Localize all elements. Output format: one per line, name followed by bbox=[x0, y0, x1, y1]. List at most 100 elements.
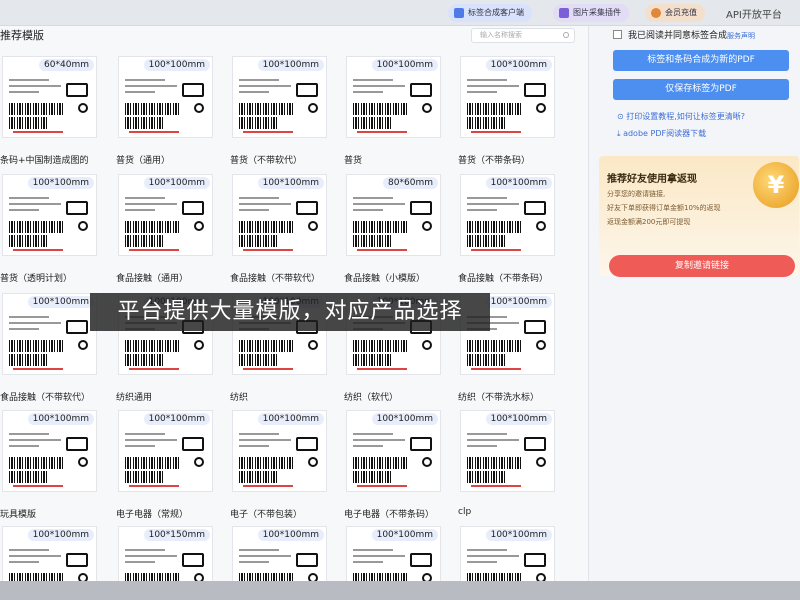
member-recharge-button[interactable]: 会员充值 bbox=[645, 4, 705, 22]
template-caption[interactable]: 玩具模版 bbox=[0, 507, 36, 520]
label-text-line bbox=[239, 197, 279, 199]
template-caption[interactable]: 电子（不带包装） bbox=[230, 507, 302, 520]
barcode-icon bbox=[9, 471, 49, 483]
template-card[interactable]: 100*100mm bbox=[2, 174, 97, 256]
barcode-icon bbox=[9, 103, 65, 115]
template-size-badge: 100*100mm bbox=[143, 413, 210, 425]
barcode-icon bbox=[353, 354, 393, 366]
template-card[interactable]: 100*100mm bbox=[118, 410, 213, 492]
recycle-symbol-icon bbox=[308, 221, 318, 231]
barcode-icon bbox=[9, 235, 49, 247]
template-size-badge: 100*100mm bbox=[257, 529, 324, 541]
recycle-symbol-icon bbox=[308, 573, 318, 581]
label-merge-client-button[interactable]: 标签合成客户端 bbox=[448, 4, 532, 22]
label-text-line bbox=[239, 561, 269, 563]
warning-symbol-icon bbox=[182, 437, 204, 451]
label-text-line bbox=[125, 91, 155, 93]
template-caption[interactable]: 纺织（不带洗水标） bbox=[458, 390, 539, 403]
template-caption[interactable]: 食品接触（小模版） bbox=[344, 271, 425, 284]
template-caption[interactable]: 食品接触（不带软代） bbox=[230, 271, 320, 284]
barcode-icon bbox=[239, 103, 295, 115]
template-caption[interactable]: 普货 bbox=[344, 153, 362, 166]
warning-symbol-icon bbox=[182, 83, 204, 97]
template-card[interactable]: 100*100mm bbox=[118, 56, 213, 138]
label-text-line bbox=[125, 561, 155, 563]
template-caption[interactable]: 普货（透明计划） bbox=[0, 271, 72, 284]
warning-symbol-icon bbox=[66, 553, 88, 567]
promo-title: 推荐好友使用拿返现 bbox=[607, 174, 697, 185]
template-caption[interactable]: 电子电器（常规） bbox=[116, 507, 188, 520]
template-card[interactable]: 100*100mm bbox=[2, 293, 97, 375]
barcode-icon bbox=[353, 103, 409, 115]
client-icon bbox=[454, 8, 464, 18]
template-card[interactable]: 100*150mm bbox=[118, 526, 213, 581]
service-statement-link[interactable]: 服务声明 bbox=[727, 32, 755, 40]
label-text-line bbox=[353, 549, 393, 551]
template-card[interactable]: 100*100mm bbox=[346, 56, 441, 138]
template-card[interactable]: 100*100mm bbox=[232, 174, 327, 256]
template-caption[interactable]: 食品接触（不带软代） bbox=[0, 390, 90, 403]
label-red-line bbox=[357, 485, 407, 487]
template-card[interactable]: 100*100mm bbox=[460, 56, 555, 138]
template-caption[interactable]: clp bbox=[458, 507, 471, 517]
barcode-icon bbox=[125, 471, 165, 483]
template-card[interactable]: 100*100mm bbox=[460, 174, 555, 256]
label-text-line bbox=[467, 91, 497, 93]
template-card[interactable]: 100*100mm bbox=[232, 410, 327, 492]
barcode-icon bbox=[467, 573, 523, 581]
recycle-symbol-icon bbox=[308, 457, 318, 467]
barcode-icon bbox=[125, 340, 181, 352]
agreement-checkbox[interactable] bbox=[613, 30, 622, 39]
label-red-line bbox=[243, 131, 293, 133]
label-text-line bbox=[9, 439, 61, 441]
label-red-line bbox=[357, 131, 407, 133]
template-size-badge: 100*100mm bbox=[27, 413, 94, 425]
template-size-badge: 100*100mm bbox=[257, 413, 324, 425]
template-caption[interactable]: 普货（不带条码） bbox=[458, 153, 530, 166]
template-caption[interactable]: 食品接触（不带条码） bbox=[458, 271, 548, 284]
barcode-icon bbox=[125, 573, 181, 581]
template-caption[interactable]: 条码+中国制造成图的 bbox=[0, 153, 89, 166]
template-card[interactable]: 100*100mm bbox=[2, 526, 97, 581]
save-pdf-button[interactable]: 仅保存标签为PDF bbox=[613, 79, 789, 100]
template-card[interactable]: 100*100mm bbox=[232, 56, 327, 138]
print-tutorial-link[interactable]: ⊙ 打印设置教程,如何让标签更清晰? bbox=[617, 111, 745, 122]
copy-invite-link-button[interactable]: 复制邀请链接 bbox=[609, 255, 795, 277]
search-input[interactable]: 输入名称搜索 bbox=[471, 28, 575, 43]
template-caption[interactable]: 纺织（软代） bbox=[344, 390, 398, 403]
template-card[interactable]: 100*100mm bbox=[460, 526, 555, 581]
recycle-symbol-icon bbox=[422, 340, 432, 350]
template-card[interactable]: 100*100mm bbox=[346, 526, 441, 581]
agreement-row[interactable]: 我已阅读并同意标签合成服务声明 bbox=[613, 28, 755, 41]
label-text-line bbox=[125, 197, 165, 199]
template-size-badge: 100*100mm bbox=[143, 59, 210, 71]
template-card[interactable]: 60*40mm bbox=[2, 56, 97, 138]
pdf-reader-download-link[interactable]: ⤓ adobe PDF阅读器下载 bbox=[617, 128, 706, 139]
recycle-symbol-icon bbox=[78, 340, 88, 350]
template-caption[interactable]: 普货（不带软代） bbox=[230, 153, 302, 166]
template-card[interactable]: 100*100mm bbox=[118, 174, 213, 256]
template-card[interactable]: 100*100mm bbox=[346, 410, 441, 492]
label-red-line bbox=[471, 485, 521, 487]
label-text-line bbox=[239, 555, 291, 557]
label-text-line bbox=[9, 561, 39, 563]
template-caption[interactable]: 电子电器（不带条码） bbox=[344, 507, 434, 520]
template-caption[interactable]: 纺织通用 bbox=[116, 390, 152, 403]
barcode-icon bbox=[125, 221, 181, 233]
merge-pdf-button[interactable]: 标签和条码合成为新的PDF bbox=[613, 50, 789, 71]
barcode-icon bbox=[9, 457, 65, 469]
recycle-symbol-icon bbox=[78, 103, 88, 113]
recycle-symbol-icon bbox=[536, 103, 546, 113]
barcode-icon bbox=[353, 221, 409, 233]
api-platform-link[interactable]: API开放平台 bbox=[726, 6, 782, 21]
template-card[interactable]: 100*100mm bbox=[460, 410, 555, 492]
label-text-line bbox=[353, 197, 393, 199]
template-card[interactable]: 100*100mm bbox=[232, 526, 327, 581]
template-caption[interactable]: 纺织 bbox=[230, 390, 248, 403]
template-caption[interactable]: 普货（通用） bbox=[116, 153, 170, 166]
template-caption[interactable]: 食品接触（通用） bbox=[116, 271, 188, 284]
template-card[interactable]: 100*100mm bbox=[2, 410, 97, 492]
image-capture-plugin-button[interactable]: 图片采集插件 bbox=[553, 4, 629, 22]
barcode-icon bbox=[467, 103, 523, 115]
template-card[interactable]: 80*60mm bbox=[346, 174, 441, 256]
